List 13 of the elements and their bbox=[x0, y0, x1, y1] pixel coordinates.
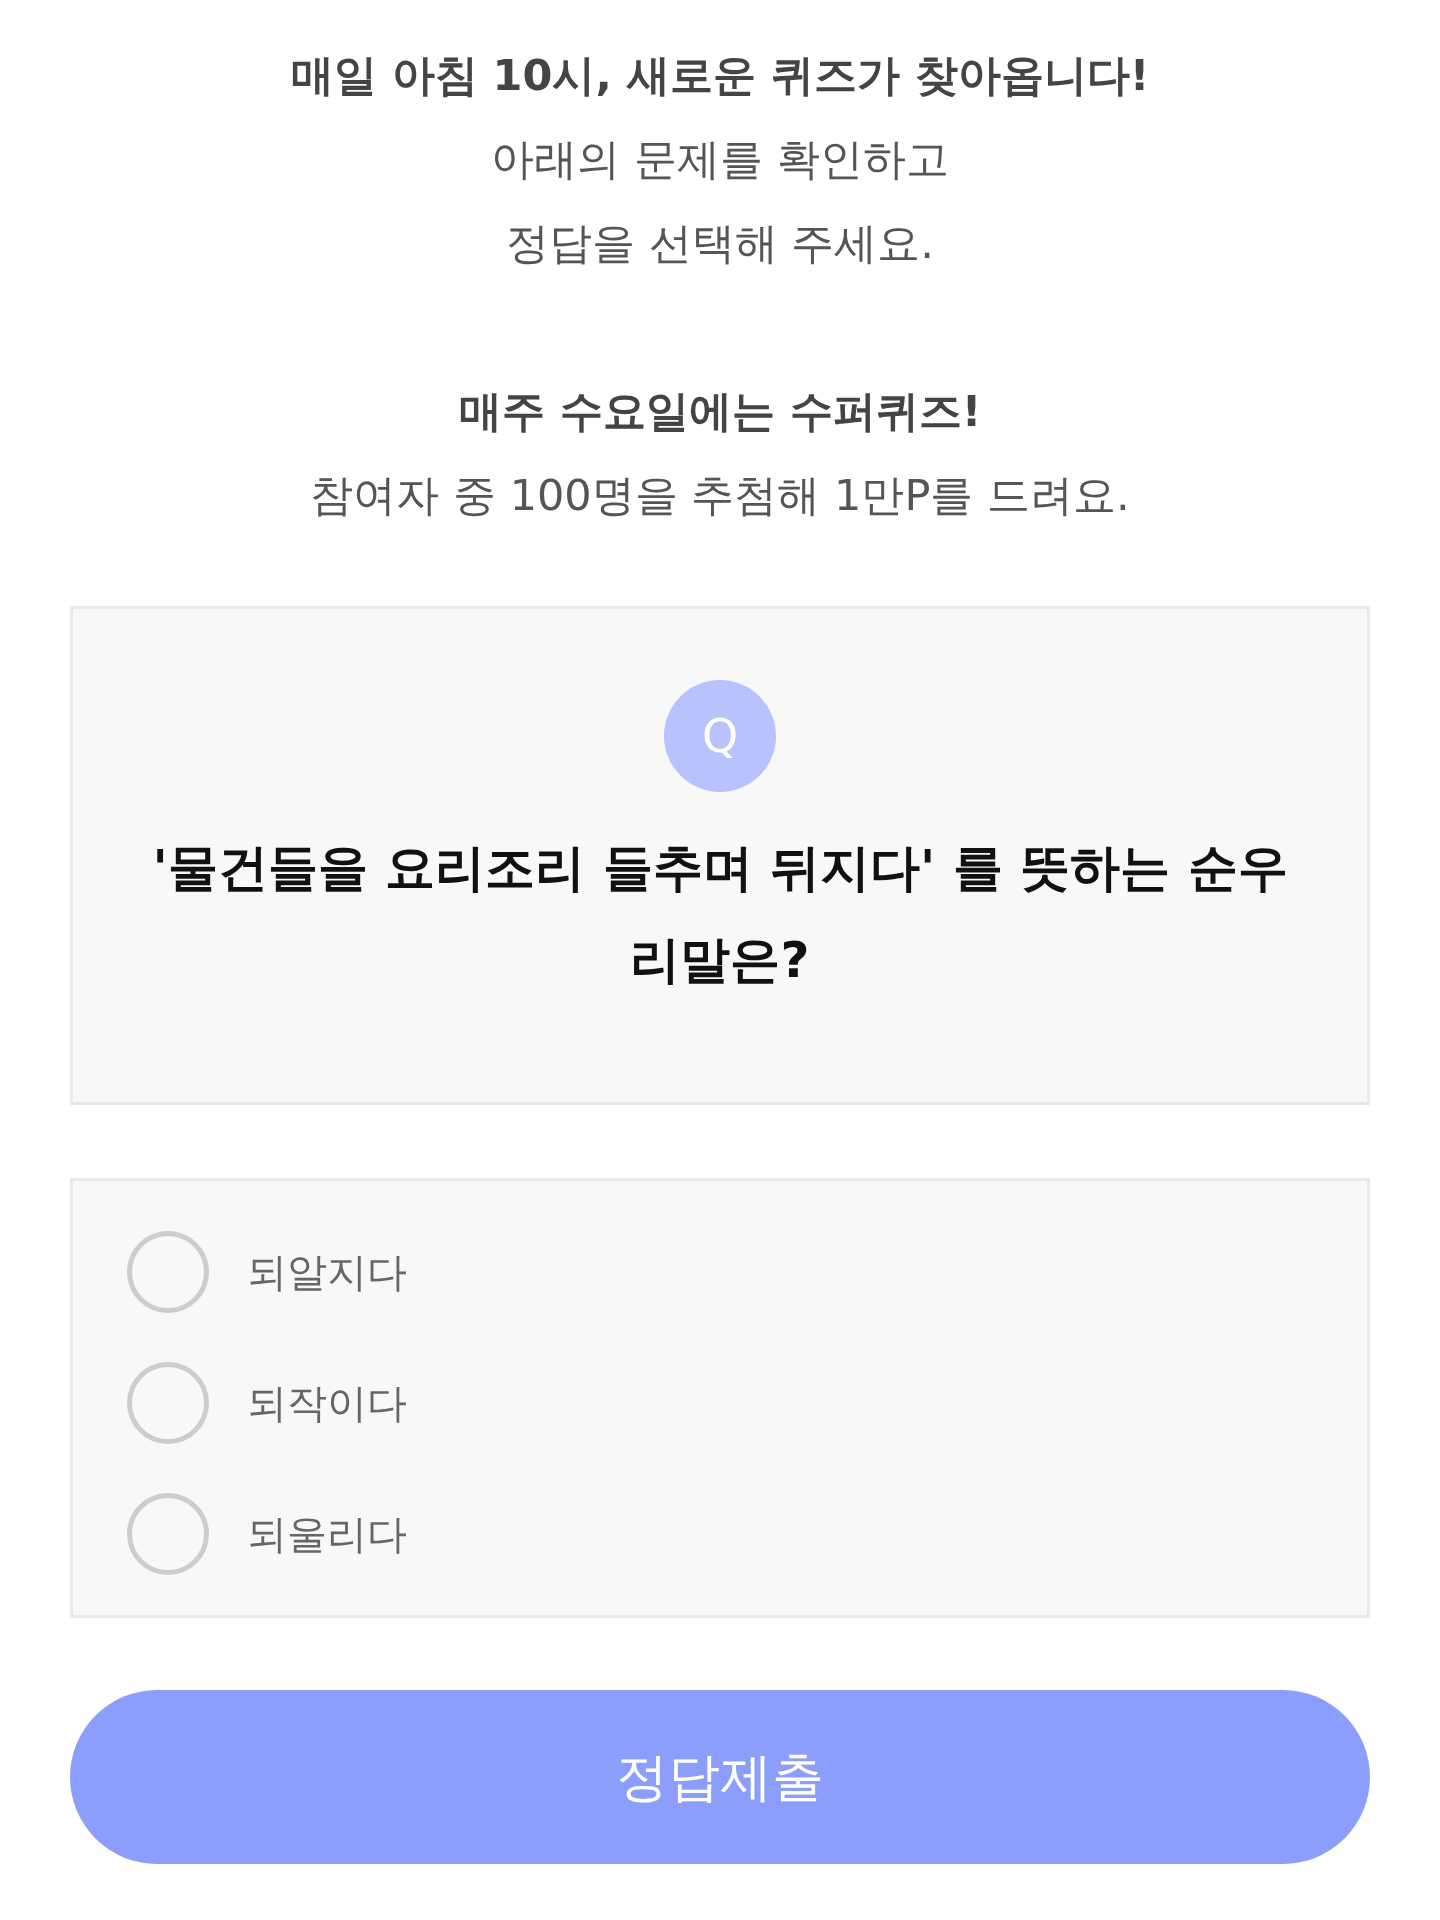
question-text: '물건들을 요리조리 들추며 뒤지다' 를 뜻하는 순우리말은? bbox=[151, 838, 1289, 991]
option-label[interactable]: 되알지다 bbox=[247, 1248, 407, 1296]
intro-text: 아래의 문제를 확인하고 bbox=[490, 133, 950, 186]
radio-button[interactable] bbox=[127, 1493, 209, 1575]
radio-button[interactable] bbox=[127, 1231, 209, 1313]
notice-text: 참여자 중 100명을 추첨해 1만P를 드려요. bbox=[309, 469, 1131, 522]
intro-text: 정답을 선택해 주세요. bbox=[505, 217, 935, 270]
intro-headline: 매일 아침 10시, 새로운 퀴즈가 찾아옵니다! bbox=[289, 49, 1151, 102]
radio-button[interactable] bbox=[127, 1362, 209, 1444]
question-badge: Q bbox=[664, 680, 776, 792]
option-label[interactable]: 되작이다 bbox=[247, 1379, 407, 1427]
notice-headline: 매주 수요일에는 수퍼퀴즈! bbox=[457, 385, 983, 438]
option-label[interactable]: 되울리다 bbox=[247, 1510, 407, 1558]
